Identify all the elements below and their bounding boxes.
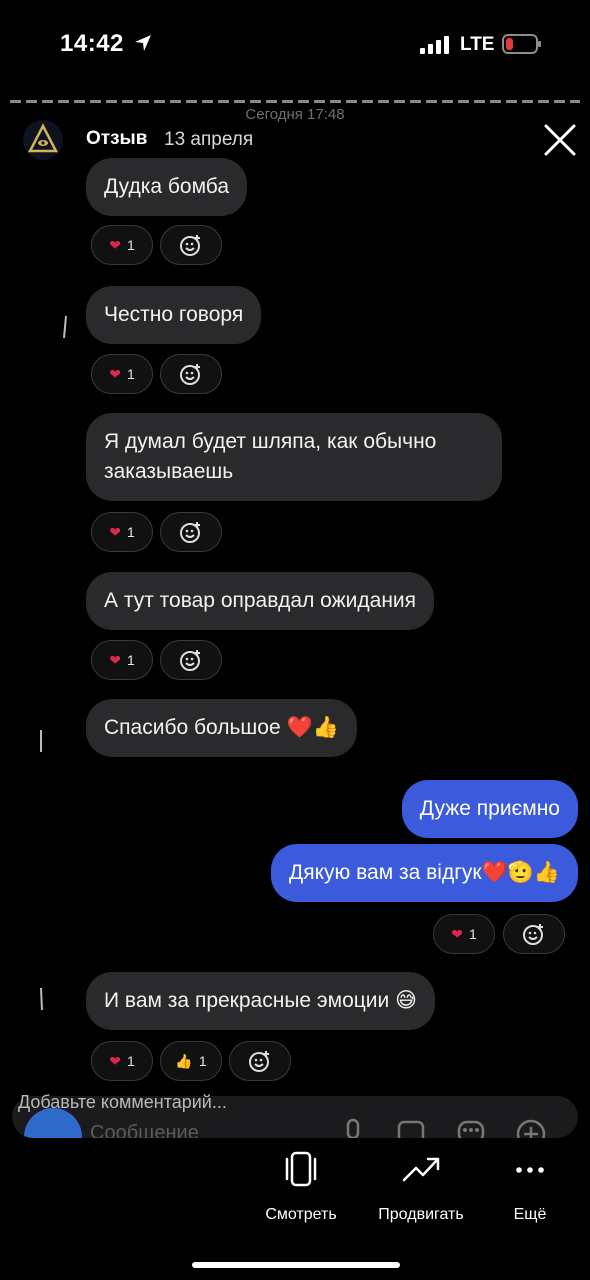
story-date: 13 апреля bbox=[164, 129, 254, 150]
trending-up-icon bbox=[402, 1157, 440, 1182]
heart-reaction[interactable]: ❤ 1 bbox=[91, 354, 153, 394]
status-time: 14:42 bbox=[60, 30, 124, 57]
outgoing-message-bubble[interactable]: Дуже приємно bbox=[401, 780, 578, 838]
add-reaction-button[interactable] bbox=[160, 640, 222, 680]
add-reaction-button[interactable] bbox=[160, 512, 222, 552]
reaction-count: 1 bbox=[126, 237, 135, 253]
add-emoji-icon bbox=[249, 1051, 269, 1072]
network-type: LTE bbox=[460, 34, 495, 55]
watch-icon bbox=[285, 1151, 317, 1187]
story-progress-bar bbox=[10, 100, 580, 103]
add-comment-hint: Добавьте комментарий... bbox=[18, 1092, 227, 1112]
heart-icon: ❤ bbox=[109, 365, 121, 382]
heart-icon: ❤ bbox=[109, 236, 121, 253]
message-bubble[interactable]: Честно говоря bbox=[86, 286, 262, 344]
reaction-count: 1 bbox=[126, 524, 135, 540]
reaction-count: 1 bbox=[126, 652, 135, 668]
sender-mark bbox=[38, 728, 44, 754]
more-button[interactable]: Ещё bbox=[500, 1150, 560, 1224]
heart-icon: ❤ bbox=[109, 523, 121, 540]
heart-reaction[interactable]: ❤ 1 bbox=[91, 512, 153, 552]
heart-reaction[interactable]: ❤ 1 bbox=[91, 640, 153, 680]
message-input[interactable]: Сообщение bbox=[90, 1122, 199, 1138]
heart-icon: ❤ bbox=[109, 1052, 121, 1069]
heart-icon: ❤ bbox=[109, 651, 121, 668]
reaction-count: 1 bbox=[468, 926, 477, 942]
promote-button[interactable]: Продвигать bbox=[366, 1150, 476, 1224]
add-emoji-icon bbox=[180, 522, 200, 543]
add-reaction-button[interactable] bbox=[229, 1041, 291, 1081]
promote-label: Продвигать bbox=[378, 1206, 464, 1223]
message-bubble[interactable]: Я думал будет шляпа, как обычно заказыва… bbox=[86, 413, 502, 501]
microphone-icon[interactable] bbox=[338, 1114, 368, 1138]
watch-label: Смотреть bbox=[265, 1206, 337, 1223]
heart-reaction[interactable]: ❤ 1 bbox=[433, 914, 495, 954]
home-indicator[interactable] bbox=[192, 1262, 400, 1268]
reaction-count: 1 bbox=[126, 366, 135, 382]
sender-mark bbox=[62, 314, 68, 340]
battery-icon bbox=[502, 34, 541, 54]
reaction-count: 1 bbox=[198, 1053, 207, 1069]
heart-icon: ❤ bbox=[451, 925, 463, 942]
thumbs-up-reaction[interactable]: 👍 1 bbox=[160, 1041, 222, 1081]
more-icon bbox=[516, 1167, 544, 1173]
date-separator: Сегодня 17:48 bbox=[245, 106, 345, 123]
heart-reaction[interactable]: ❤ 1 bbox=[91, 1041, 153, 1081]
author-avatar[interactable] bbox=[23, 120, 63, 160]
story-author[interactable]: Отзыв bbox=[86, 128, 147, 150]
heart-reaction[interactable]: ❤ 1 bbox=[91, 225, 153, 265]
add-reaction-button[interactable] bbox=[160, 225, 222, 265]
close-icon[interactable] bbox=[542, 122, 578, 158]
add-emoji-icon bbox=[180, 650, 200, 671]
add-emoji-icon bbox=[523, 924, 543, 945]
watch-button[interactable]: Смотреть bbox=[252, 1150, 350, 1224]
add-emoji-icon bbox=[180, 235, 200, 256]
sender-mark bbox=[38, 986, 44, 1012]
status-bar: 14:42 LTE bbox=[0, 0, 590, 88]
message-bubble[interactable]: И вам за прекрасные эмоции 😅 bbox=[86, 972, 435, 1030]
reaction-count: 1 bbox=[126, 1053, 135, 1069]
message-bubble[interactable]: А тут товар оправдал ожидания bbox=[86, 572, 435, 630]
more-label: Ещё bbox=[513, 1206, 547, 1223]
message-bubble[interactable]: Дудка бомба bbox=[86, 158, 248, 216]
add-reaction-button[interactable] bbox=[503, 914, 565, 954]
gallery-icon[interactable] bbox=[396, 1114, 426, 1138]
thumbs-up-icon: 👍 bbox=[175, 1052, 193, 1069]
location-arrow-icon bbox=[135, 35, 151, 51]
message-bubble[interactable]: Спасибо большое ❤️👍 bbox=[86, 699, 357, 757]
sticker-icon[interactable] bbox=[456, 1114, 486, 1138]
add-emoji-icon bbox=[180, 364, 200, 385]
signal-icon bbox=[420, 36, 449, 54]
plus-icon[interactable] bbox=[516, 1114, 546, 1138]
add-reaction-button[interactable] bbox=[160, 354, 222, 394]
outgoing-message-bubble[interactable]: Дякую вам за відгук❤️🫡👍 bbox=[271, 844, 578, 902]
